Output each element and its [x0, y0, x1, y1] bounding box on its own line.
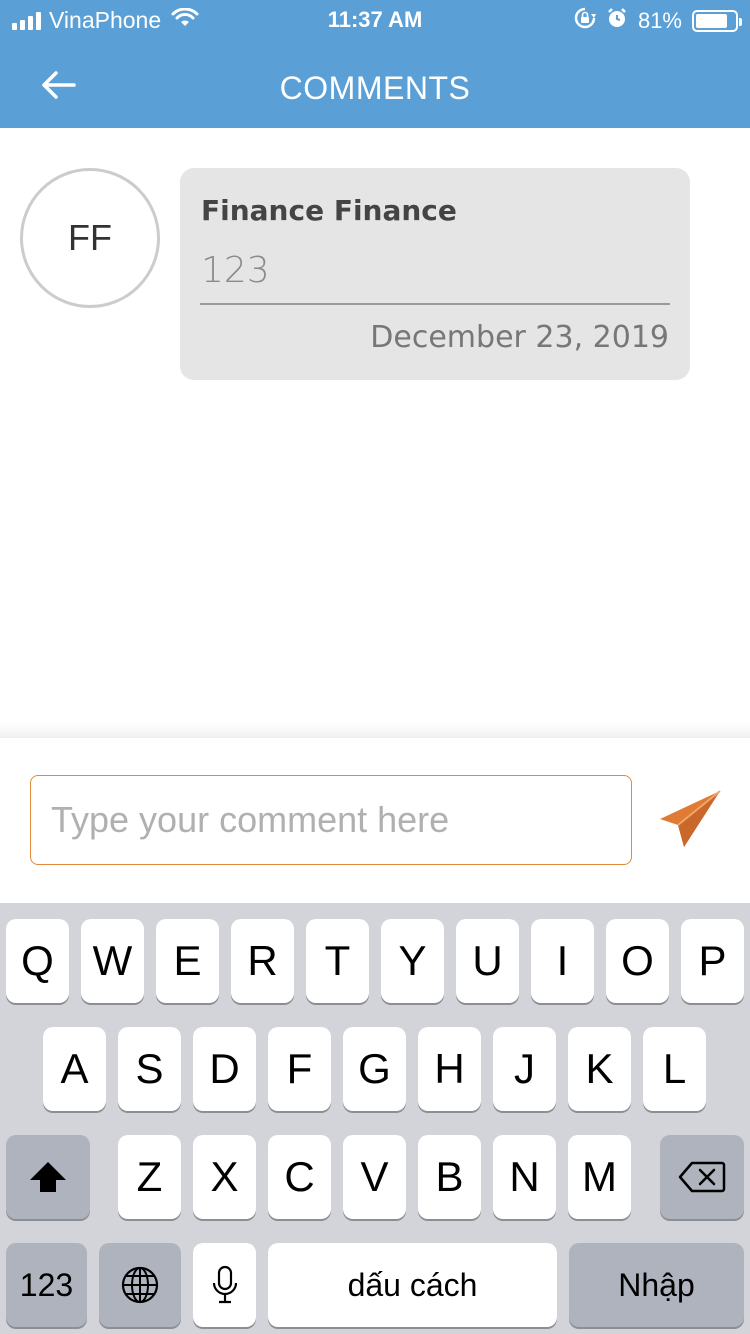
key-o[interactable]: O [606, 919, 669, 1003]
key-e[interactable]: E [156, 919, 219, 1003]
key-s[interactable]: S [118, 1027, 181, 1111]
key-b[interactable]: B [418, 1135, 481, 1219]
key-z[interactable]: Z [118, 1135, 181, 1219]
rotation-lock-icon [574, 7, 596, 35]
send-button[interactable] [654, 785, 726, 855]
battery-percent: 81% [637, 8, 682, 33]
backspace-icon [678, 1161, 726, 1193]
battery-icon [692, 10, 742, 32]
key-i[interactable]: I [531, 919, 594, 1003]
shift-key[interactable] [6, 1135, 90, 1219]
key-x[interactable]: X [193, 1135, 256, 1219]
battery-fill [696, 14, 727, 28]
key-q[interactable]: Q [6, 919, 69, 1003]
globe-key[interactable] [99, 1243, 181, 1327]
key-g[interactable]: G [343, 1027, 406, 1111]
numbers-key[interactable]: 123 [6, 1243, 87, 1327]
key-v[interactable]: V [343, 1135, 406, 1219]
key-k[interactable]: K [568, 1027, 631, 1111]
comment-input[interactable] [30, 775, 632, 865]
comment-text: 123 [201, 250, 270, 291]
globe-icon [121, 1266, 159, 1304]
shift-icon [30, 1162, 66, 1192]
key-m[interactable]: M [568, 1135, 631, 1219]
keyboard: Q W E R T Y U I O P A S D F G H J K L Z … [0, 903, 750, 1334]
comment-date: December 23, 2019 [370, 320, 669, 355]
key-t[interactable]: T [306, 919, 369, 1003]
key-j[interactable]: J [493, 1027, 556, 1111]
key-r[interactable]: R [231, 919, 294, 1003]
comment-bubble: Finance Finance 123 December 23, 2019 [180, 168, 690, 380]
key-w[interactable]: W [81, 919, 144, 1003]
key-a[interactable]: A [43, 1027, 106, 1111]
key-y[interactable]: Y [381, 919, 444, 1003]
key-h[interactable]: H [418, 1027, 481, 1111]
space-key[interactable]: dấu cách [268, 1243, 557, 1327]
microphone-key[interactable] [193, 1243, 256, 1327]
comment-author: Finance Finance [201, 194, 457, 227]
page-title: COMMENTS [279, 70, 471, 106]
status-bar: VinaPhone 11:37 AM 81% [0, 0, 750, 40]
alarm-icon [606, 7, 628, 35]
key-n[interactable]: N [493, 1135, 556, 1219]
composer-divider [0, 722, 750, 738]
key-d[interactable]: D [193, 1027, 256, 1111]
backspace-key[interactable] [660, 1135, 744, 1219]
paper-plane-icon [660, 790, 721, 847]
key-c[interactable]: C [268, 1135, 331, 1219]
comment-divider [200, 303, 670, 305]
microphone-icon [212, 1265, 237, 1304]
key-p[interactable]: P [681, 919, 744, 1003]
key-l[interactable]: L [643, 1027, 706, 1111]
return-key[interactable]: Nhập [569, 1243, 744, 1327]
key-u[interactable]: U [456, 919, 519, 1003]
key-f[interactable]: F [268, 1027, 331, 1111]
app-header: VinaPhone 11:37 AM 81% COMMENTS [0, 0, 750, 128]
avatar: FF [20, 168, 160, 308]
status-right: 81% [574, 7, 742, 35]
